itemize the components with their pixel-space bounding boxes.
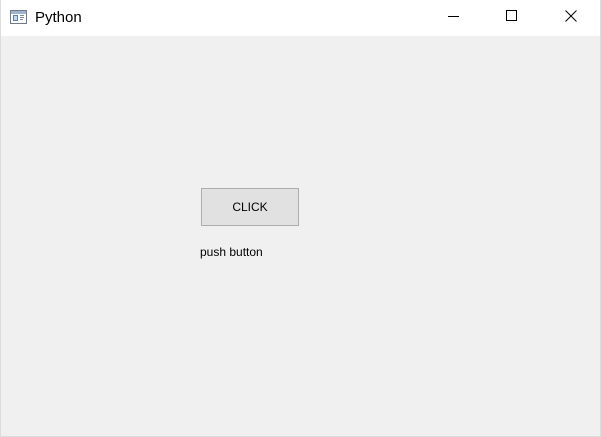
- maximize-button[interactable]: [483, 0, 541, 36]
- push-button-label: push button: [200, 245, 263, 259]
- close-icon: [565, 9, 577, 27]
- minimize-icon: [448, 9, 460, 27]
- maximize-icon: [506, 9, 518, 27]
- close-button[interactable]: [542, 0, 600, 36]
- client-area: CLICK push button: [1, 36, 600, 436]
- app-window: Python CLICK push button: [0, 0, 601, 437]
- title-bar[interactable]: Python: [1, 0, 600, 36]
- window-title: Python: [35, 9, 82, 26]
- python-window-icon: [10, 10, 27, 24]
- minimize-button[interactable]: [425, 0, 483, 36]
- click-button[interactable]: CLICK: [201, 188, 299, 226]
